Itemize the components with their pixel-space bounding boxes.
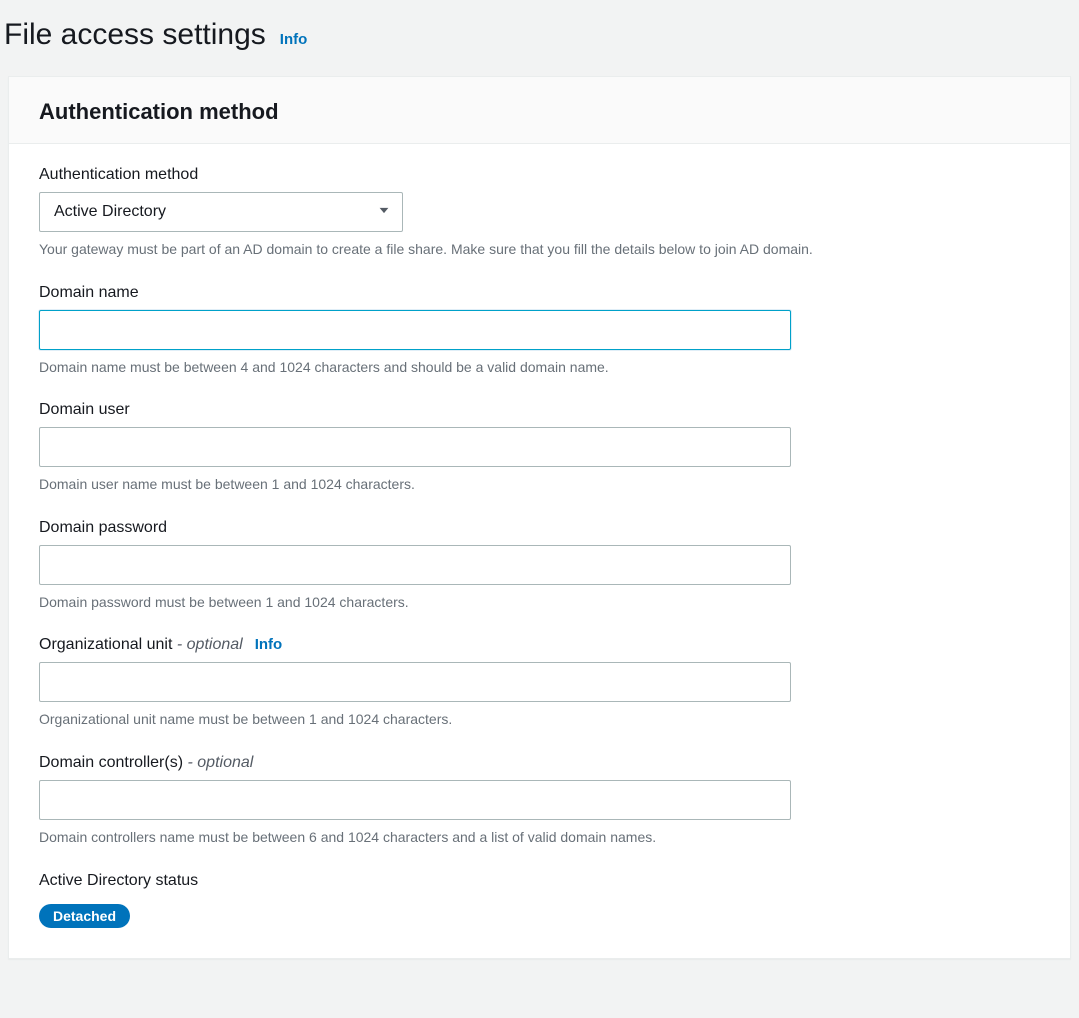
- domain-user-help: Domain user name must be between 1 and 1…: [39, 475, 1040, 495]
- ad-status-badge: Detached: [39, 904, 130, 928]
- domain-name-field: Domain name Domain name must be between …: [39, 284, 1040, 378]
- org-unit-field: Organizational unit - optional Info Orga…: [39, 636, 1040, 730]
- domain-password-field: Domain password Domain password must be …: [39, 519, 1040, 613]
- panel-title: Authentication method: [39, 99, 1040, 125]
- domain-controllers-optional: - optional: [188, 754, 254, 771]
- domain-password-label: Domain password: [39, 519, 167, 537]
- domain-name-help: Domain name must be between 4 and 1024 c…: [39, 358, 1040, 378]
- org-unit-optional: - optional: [177, 636, 243, 653]
- domain-name-label: Domain name: [39, 284, 139, 302]
- auth-method-field: Authentication method Active Directory Y…: [39, 166, 1040, 260]
- ad-status-field: Active Directory status Detached: [39, 872, 1040, 928]
- org-unit-input[interactable]: [39, 662, 791, 702]
- org-unit-label: Organizational unit: [39, 636, 172, 653]
- auth-method-select[interactable]: Active Directory: [39, 192, 403, 232]
- domain-password-help: Domain password must be between 1 and 10…: [39, 593, 1040, 613]
- domain-controllers-input[interactable]: [39, 780, 791, 820]
- domain-controllers-label: Domain controller(s): [39, 754, 183, 771]
- auth-method-label: Authentication method: [39, 166, 198, 184]
- auth-method-panel: Authentication method Authentication met…: [8, 76, 1071, 959]
- org-unit-info-link[interactable]: Info: [255, 636, 283, 653]
- domain-controllers-help: Domain controllers name must be between …: [39, 828, 1040, 848]
- domain-controllers-field: Domain controller(s) - optional Domain c…: [39, 754, 1040, 848]
- panel-header: Authentication method: [9, 77, 1070, 144]
- domain-user-label: Domain user: [39, 401, 130, 419]
- org-unit-help: Organizational unit name must be between…: [39, 710, 1040, 730]
- page-header: File access settings Info: [0, 0, 1079, 76]
- domain-password-input[interactable]: [39, 545, 791, 585]
- auth-method-value: Active Directory: [54, 203, 166, 221]
- ad-status-label: Active Directory status: [39, 872, 198, 890]
- auth-method-help: Your gateway must be part of an AD domai…: [39, 240, 1040, 260]
- page-title: File access settings: [4, 18, 266, 52]
- domain-name-input[interactable]: [39, 310, 791, 350]
- domain-user-input[interactable]: [39, 427, 791, 467]
- page-info-link[interactable]: Info: [280, 31, 308, 48]
- domain-user-field: Domain user Domain user name must be bet…: [39, 401, 1040, 495]
